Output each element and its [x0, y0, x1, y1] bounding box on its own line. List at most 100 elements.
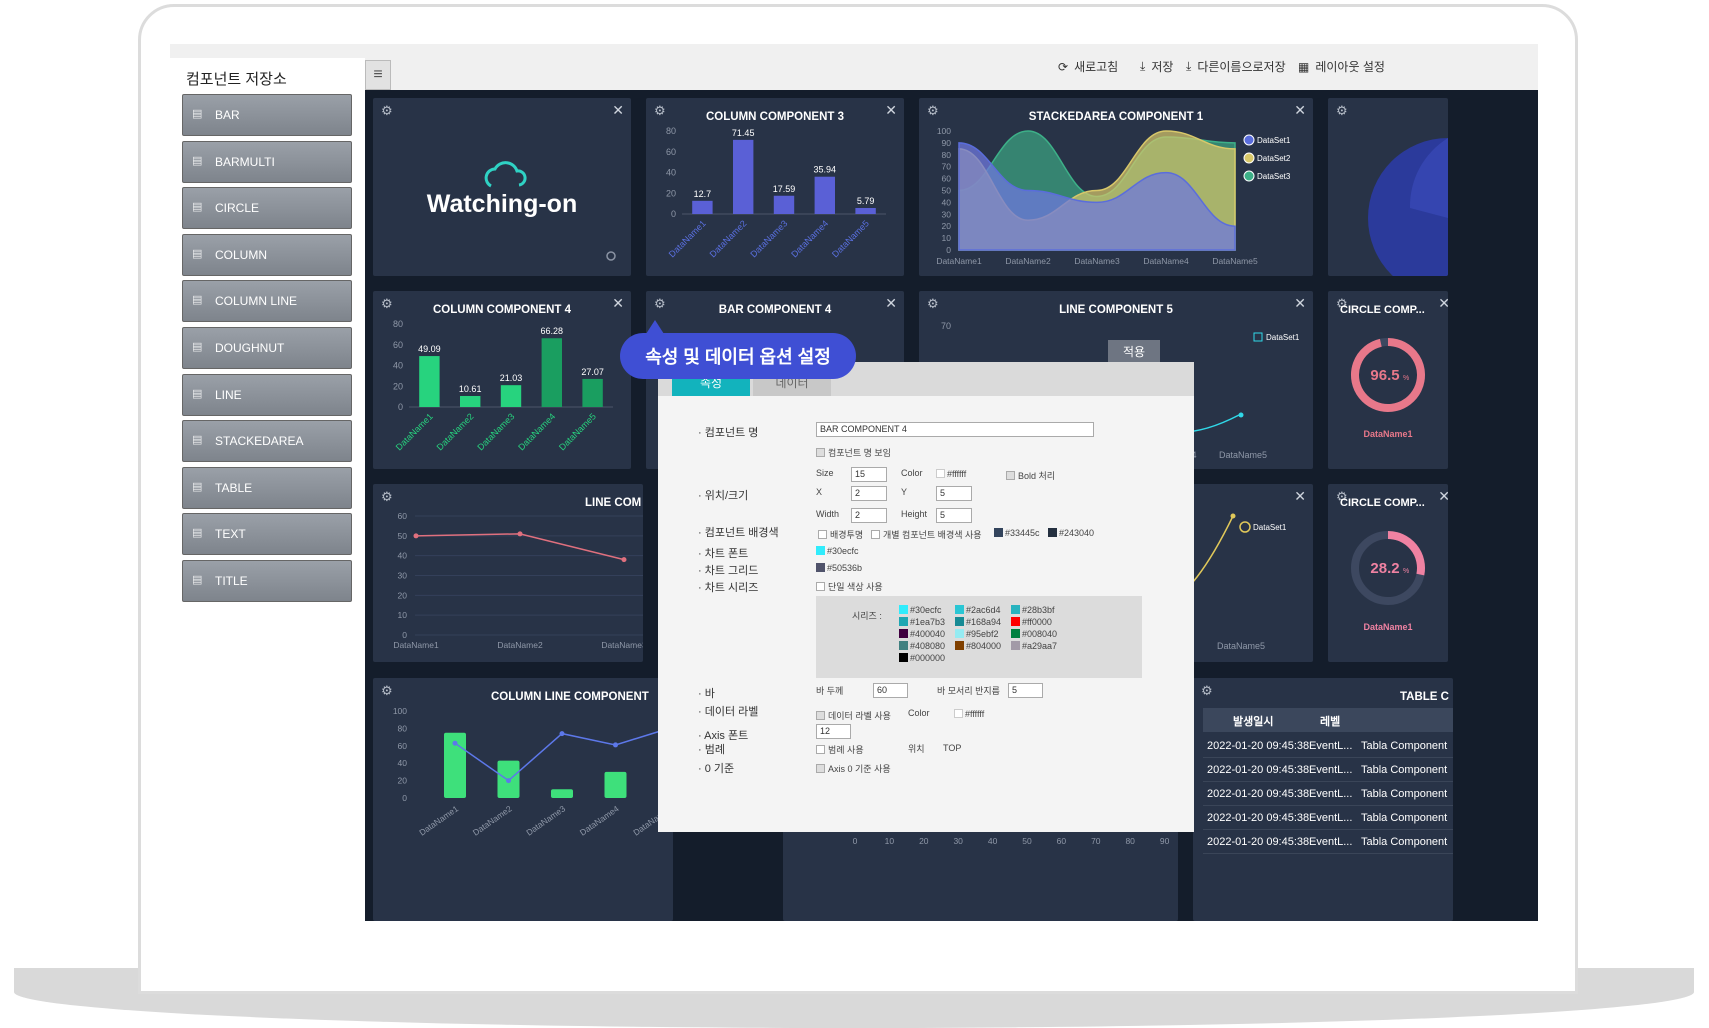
x-tick-label: DataName5: [557, 411, 598, 452]
save-as-button[interactable]: ⤓ 다른이름으로저장: [1186, 58, 1286, 75]
table-row[interactable]: 2022-01-20 09:45:38 EventL... Tabla Compon…: [1203, 830, 1453, 854]
data-label-color-picker[interactable]: #ffffff: [954, 709, 984, 719]
legend-checkbox[interactable]: 범례 사용: [816, 743, 864, 756]
bg-color-2-picker[interactable]: #243040: [1048, 528, 1094, 538]
zero-base-checkbox[interactable]: Axis 0 기준 사용: [816, 762, 891, 775]
individual-bg-checkbox[interactable]: 개별 컴포넌트 배경색 사용: [871, 528, 982, 541]
series-color-swatch[interactable]: #168a94: [955, 617, 1001, 627]
sidebar-item-circle[interactable]: ▤ CIRCLE: [182, 187, 352, 230]
layout-settings-button[interactable]: ▦ 레이아웃 설정: [1298, 58, 1385, 75]
bar-thickness-input[interactable]: 60: [873, 683, 908, 698]
pie-partial-panel[interactable]: ⚙: [1328, 98, 1448, 276]
gear-icon[interactable]: ⚙: [1336, 103, 1348, 119]
data-label-checkbox[interactable]: 데이터 라벨 사용: [816, 709, 891, 722]
transparent-bg-checkbox[interactable]: 배경투명: [818, 528, 863, 541]
font-color-picker[interactable]: #ffffff: [936, 469, 966, 479]
y-tick-label: 80: [942, 150, 952, 160]
sidebar-item-label: COLUMN LINE: [215, 294, 298, 309]
x-tick-label: DataName3: [601, 640, 643, 650]
circle-component-a-panel[interactable]: ⚙ ✕ CIRCLE COMP... 96.5% DataName1: [1328, 291, 1448, 469]
series-color-swatch[interactable]: #400040: [899, 629, 945, 639]
axis-font-input[interactable]: 12: [816, 724, 851, 739]
close-icon[interactable]: ✕: [612, 102, 624, 119]
sidebar-item-line[interactable]: ▤ LINE: [182, 373, 352, 416]
y-tick-label: 40: [398, 758, 408, 768]
series-color-swatch[interactable]: #000000: [899, 653, 945, 663]
sidebar-item-title[interactable]: ▤ TITLE: [182, 560, 352, 602]
x-tick-label: DataName1: [417, 803, 460, 837]
width-input[interactable]: 2: [851, 508, 887, 523]
refresh-button[interactable]: ⟳ 새로고침: [1058, 58, 1118, 75]
table-row[interactable]: 2022-01-20 09:45:38 EventL... Tabla Compon…: [1203, 734, 1453, 758]
x-input[interactable]: 2: [851, 486, 887, 501]
x-tick-label: DataName2: [435, 411, 476, 452]
chart-grid-color-picker[interactable]: #50536b: [816, 563, 862, 573]
close-icon[interactable]: ✕: [1294, 488, 1306, 505]
column-bar: [855, 207, 876, 214]
single-color-checkbox[interactable]: 단일 색상 사용: [816, 580, 883, 593]
x-tick-label: DataName1: [936, 256, 982, 266]
gear-icon[interactable]: ⚙: [381, 103, 393, 119]
table-row[interactable]: 2022-01-20 09:45:38 EventL... Tabla Compon…: [1203, 758, 1453, 782]
save-button[interactable]: ⤓ 저장: [1140, 58, 1173, 75]
sidebar-item-column-line[interactable]: ▤ COLUMN LINE: [182, 280, 352, 323]
component-type-icon: ▤: [192, 154, 203, 167]
y-input[interactable]: 5: [936, 486, 972, 501]
series-color-swatch[interactable]: #804000: [955, 641, 1001, 651]
table-row[interactable]: 2022-01-20 09:45:38 EventL... Tabla Compon…: [1203, 806, 1453, 830]
series-color-swatch[interactable]: #28b3bf: [1011, 605, 1055, 615]
column-line-component-panel[interactable]: ⚙ COLUMN LINE COMPONENT 0 20 40 60 80 100 Data…: [373, 678, 673, 921]
bold-checkbox[interactable]: Bold 처리: [1006, 469, 1055, 482]
data-point: [621, 557, 627, 563]
legend-position-value[interactable]: TOP: [943, 743, 961, 753]
chart-font-color-picker[interactable]: #30ecfc: [816, 546, 859, 556]
background-label: · 컴포넌트 배경색: [698, 527, 779, 539]
gear-icon[interactable]: ⚙: [1201, 683, 1213, 699]
table-row[interactable]: 2022-01-20 09:45:38 EventL... Tabla Compon…: [1203, 782, 1453, 806]
sidebar-item-barmulti[interactable]: ▤ BARMULTI: [182, 140, 352, 183]
circle-component-b-panel[interactable]: ⚙ ✕ CIRCLE COMP... 28.2% DataName1: [1328, 484, 1448, 662]
circle-gauge: 28.2 % DataName1: [1351, 531, 1425, 632]
series-color-swatch[interactable]: #95ebf2: [955, 629, 999, 639]
bg-color-1-picker[interactable]: #33445c: [994, 528, 1040, 538]
sidebar-item-bar[interactable]: ▤ BAR: [182, 94, 352, 136]
series-color-swatch[interactable]: #1ea7b3: [899, 617, 945, 627]
color-label: Color: [901, 468, 923, 478]
stackedarea-component-1-panel[interactable]: ⚙ ✕ STACKEDAREA COMPONENT 1 0 10 20 30 40 50 60…: [919, 98, 1313, 276]
logo-panel[interactable]: ⚙ ✕ Watching-on: [373, 98, 631, 276]
legend-marker: [1239, 521, 1251, 533]
show-name-checkbox[interactable]: 컴포넌트 명 보임: [816, 446, 891, 459]
sidebar-item-text[interactable]: ▤ TEXT: [182, 513, 352, 556]
series-color-swatch[interactable]: #a29aa7: [1011, 641, 1057, 651]
gear-icon[interactable]: ⚙: [381, 683, 393, 699]
gear-icon[interactable]: ⚙: [381, 489, 393, 505]
column-component-4-panel[interactable]: ⚙ ✕ COLUMN COMPONENT 4 0 20 40 60 80 49.09 Data…: [373, 291, 631, 469]
data-label: 35.94: [814, 165, 837, 175]
bar-radius-input[interactable]: 5: [1008, 683, 1043, 698]
y-tick-label: 20: [398, 776, 408, 786]
series-color-swatch[interactable]: #ff0000: [1011, 617, 1052, 627]
component-name-input[interactable]: BAR COMPONENT 4: [816, 422, 1094, 437]
apply-button[interactable]: 적용: [1108, 340, 1160, 362]
y-tick-label: 30: [942, 209, 952, 219]
table-component-panel[interactable]: ⚙ TABLE C 발생일시 레벨 2022-01-20 09:45:38 Eve…: [1193, 678, 1453, 921]
series-color-swatch[interactable]: #408080: [899, 641, 945, 651]
sidebar-item-stackedarea[interactable]: ▤ STACKEDAREA: [182, 420, 352, 463]
y-tick-label: 80: [666, 126, 676, 136]
sidebar-item-column[interactable]: ▤ COLUMN: [182, 233, 352, 276]
sidebar-item-table[interactable]: ▤ TABLE: [182, 466, 352, 509]
hamburger-menu-button[interactable]: ≡: [365, 60, 391, 90]
y-tick-label: 0: [398, 402, 403, 412]
y-tick-label: 50: [942, 186, 952, 196]
data-point: [1230, 513, 1236, 519]
data-point: [413, 533, 419, 539]
size-input[interactable]: 15: [851, 467, 887, 482]
series-caption: 시리즈 :: [852, 611, 882, 621]
column-component-3-panel[interactable]: ⚙ ✕ COLUMN COMPONENT 3 0 20 40 60 80 12.7 DataN…: [646, 98, 904, 276]
series-color-swatch[interactable]: #30ecfc: [899, 605, 942, 615]
height-input[interactable]: 5: [936, 508, 972, 523]
line-component-panel[interactable]: ⚙ LINE COM 0 10 20 30 40 50 60 DataName1 DataNam…: [373, 484, 643, 662]
series-color-swatch[interactable]: #008040: [1011, 629, 1057, 639]
sidebar-item-doughnut[interactable]: ▤ DOUGHNUT: [182, 327, 352, 369]
series-color-swatch[interactable]: #2ac6d4: [955, 605, 1001, 615]
